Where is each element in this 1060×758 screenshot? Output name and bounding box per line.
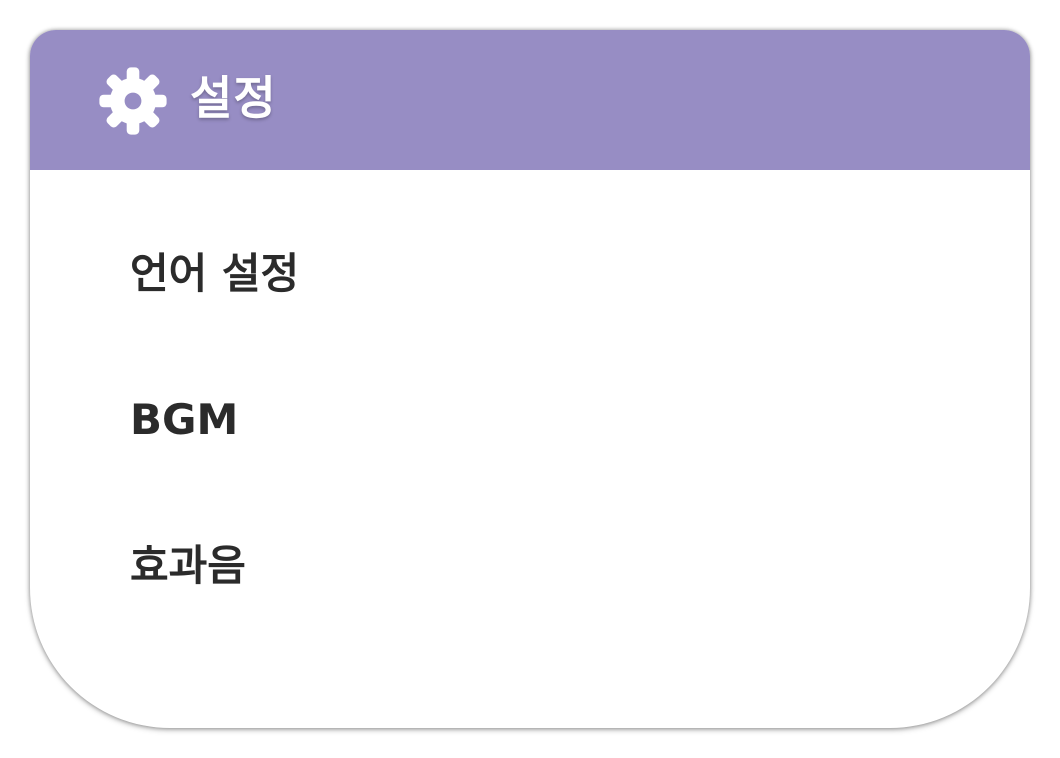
gear-icon: [98, 66, 168, 136]
settings-header: 설정: [30, 30, 1030, 170]
menu-item-sound-effects[interactable]: 효과음: [130, 540, 246, 592]
menu-item-bgm[interactable]: BGM: [130, 394, 238, 446]
menu-item-language[interactable]: 언어 설정: [130, 248, 299, 300]
settings-title: 설정: [190, 71, 277, 125]
settings-panel: 설정 언어 설정 BGM 효과음: [30, 30, 1030, 728]
